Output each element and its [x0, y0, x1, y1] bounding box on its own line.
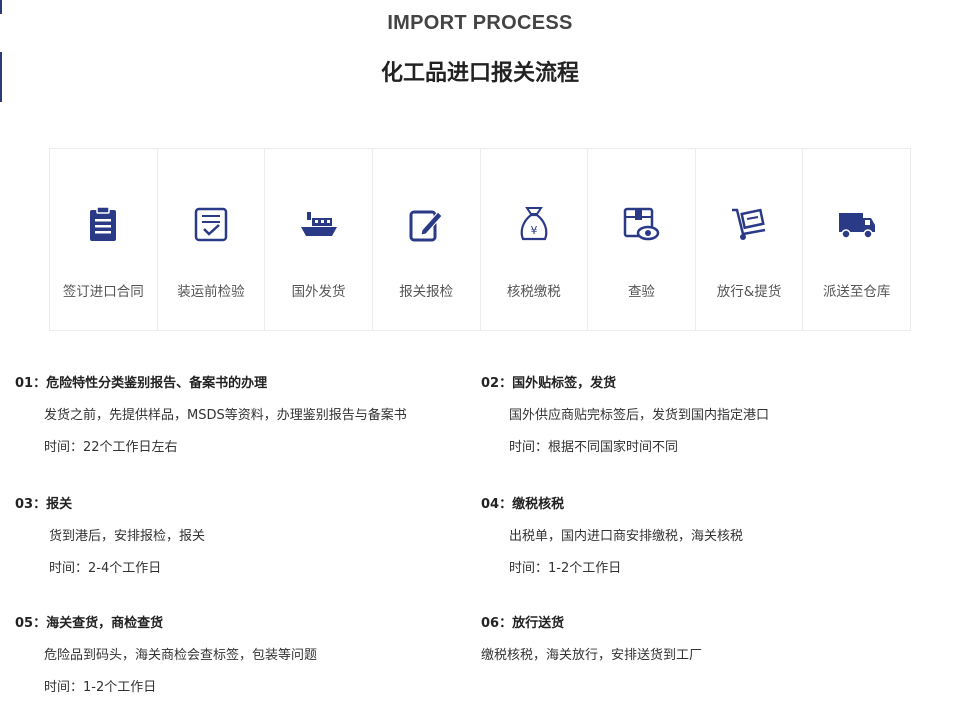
detail-time: 时间：1-2个工作日 [44, 680, 157, 695]
detail-description: 货到港后，安排报检，报关 [49, 529, 206, 544]
detail-item-06: 06：放行送货 缴税核税，海关放行，安排送货到工厂 [481, 612, 921, 663]
step-label: 派送至仓库 [822, 284, 891, 300]
step-label: 签订进口合同 [62, 284, 144, 300]
step-release-pickup[interactable]: 放行&提货 [696, 149, 804, 330]
page-title: 化工品进口报关流程 [380, 61, 579, 86]
step-label: 查验 [627, 284, 655, 300]
detail-heading: 01：危险特性分类鉴别报告、备案书的办理 [15, 376, 268, 391]
ship-icon [299, 204, 339, 244]
detail-heading: 02：国外贴标签，发货 [481, 376, 617, 391]
step-contract[interactable]: 签订进口合同 [50, 149, 158, 330]
step-preshipment-inspection[interactable]: 装运前检验 [158, 149, 266, 330]
step-label: 报关报检 [399, 284, 454, 300]
step-label: 放行&提货 [716, 284, 782, 300]
process-steps: 签订进口合同 装运前检验 国外发货 报关报检 ¥ 核税缴税 查验 放行&提货 派… [49, 148, 911, 331]
section-eyebrow: IMPORT PROCESS [387, 12, 573, 34]
detail-heading: 04：缴税核税 [481, 497, 565, 512]
detail-description: 发货之前，先提供样品，MSDS等资料，办理鉴别报告与备案书 [44, 408, 407, 423]
detail-item-05: 05：海关查货，商检查货 危险品到码头，海关商检会查标签，包装等问题 时间：1-… [15, 612, 455, 695]
clipboard-icon [83, 204, 123, 244]
detail-time: 时间：1-2个工作日 [509, 561, 622, 576]
detail-time: 时间：根据不同国家时间不同 [509, 440, 679, 455]
checklist-icon [191, 204, 231, 244]
money-bag-icon: ¥ [514, 204, 554, 244]
detail-time: 时间：2-4个工作日 [49, 561, 162, 576]
step-label: 核税缴税 [506, 284, 561, 300]
step-label: 国外发货 [291, 284, 346, 300]
detail-item-04: 04：缴税核税 出税单，国内进口商安排缴税，海关核税 时间：1-2个工作日 [481, 493, 921, 576]
step-inspection[interactable]: 查验 [588, 149, 696, 330]
detail-description: 缴税核税，海关放行，安排送货到工厂 [481, 648, 703, 663]
detail-description: 出税单，国内进口商安排缴税，海关核税 [509, 529, 744, 544]
hand-truck-icon [729, 204, 769, 244]
step-delivery-warehouse[interactable]: 派送至仓库 [803, 149, 910, 330]
step-overseas-shipping[interactable]: 国外发货 [265, 149, 373, 330]
edit-form-icon [406, 204, 446, 244]
detail-description: 国外供应商贴完标签后，发货到国内指定港口 [509, 408, 770, 423]
detail-heading: 05：海关查货，商检查货 [15, 616, 164, 631]
step-label: 装运前检验 [177, 284, 245, 300]
detail-heading: 06：放行送货 [481, 616, 565, 631]
detail-item-02: 02：国外贴标签，发货 国外供应商贴完标签后，发货到国内指定港口 时间：根据不同… [481, 372, 921, 455]
detail-item-03: 03：报关 货到港后，安排报检，报关 时间：2-4个工作日 [15, 493, 455, 576]
delivery-truck-icon [837, 204, 877, 244]
detail-description: 危险品到码头，海关商检会查标签，包装等问题 [44, 648, 318, 663]
detail-time: 时间：22个工作日左右 [44, 440, 178, 455]
detail-heading: 03：报关 [15, 497, 73, 512]
step-customs-declaration[interactable]: 报关报检 [373, 149, 481, 330]
detail-item-01: 01：危险特性分类鉴别报告、备案书的办理 发货之前，先提供样品，MSDS等资料，… [15, 372, 455, 455]
step-tax-payment[interactable]: ¥ 核税缴税 [481, 149, 589, 330]
box-inspect-icon [621, 204, 661, 244]
svg-text:¥: ¥ [530, 224, 537, 237]
